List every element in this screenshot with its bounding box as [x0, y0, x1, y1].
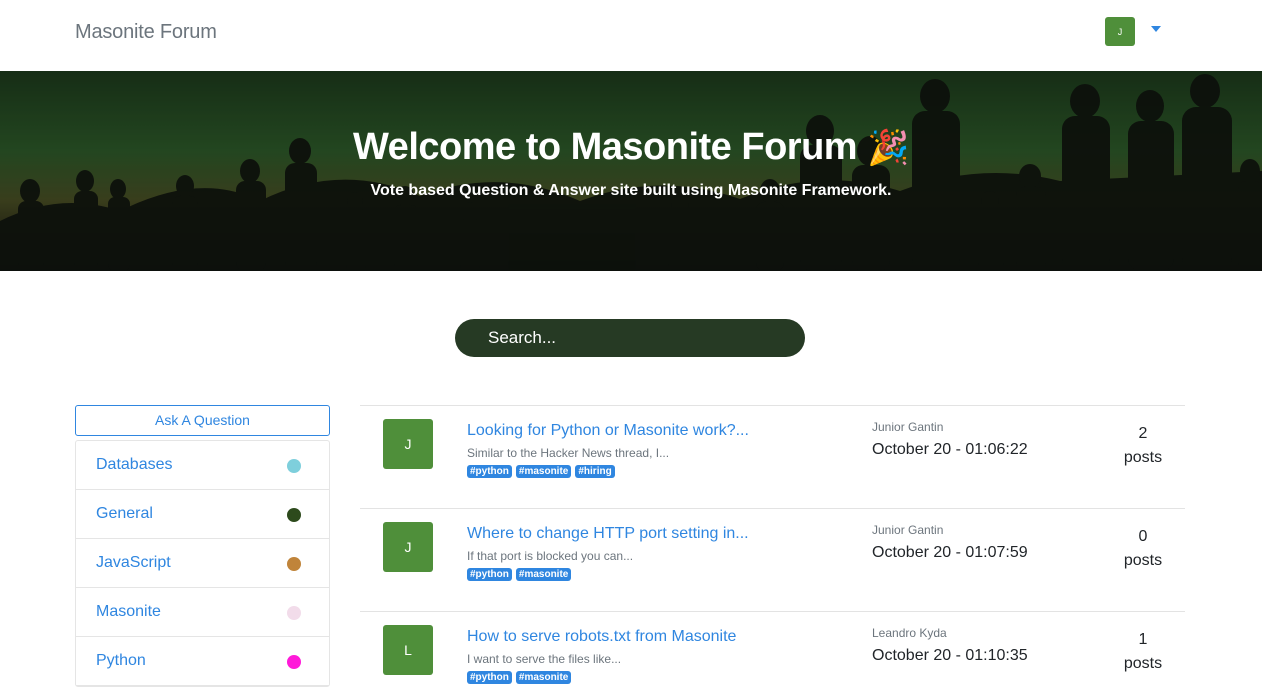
- post-date: October 20 - 01:06:22: [872, 441, 1028, 458]
- post-count-label: posts: [1123, 655, 1163, 672]
- author-name: Junior Gantin: [872, 420, 944, 434]
- post-date: October 20 - 01:10:35: [872, 647, 1028, 664]
- brand-logo-text[interactable]: Masonite Forum: [75, 21, 217, 44]
- category-label: Python: [96, 652, 146, 669]
- ask-question-button[interactable]: Ask A Question: [75, 405, 330, 436]
- author-avatar[interactable]: J: [383, 522, 433, 572]
- tag-list: #python #masonite #hiring: [467, 465, 615, 478]
- category-item-masonite[interactable]: Masonite: [76, 588, 329, 637]
- post-count-label: posts: [1123, 449, 1163, 466]
- post-count-label: posts: [1123, 552, 1163, 569]
- category-label: Databases: [96, 456, 173, 473]
- category-item-javascript[interactable]: JavaScript: [76, 539, 329, 588]
- tag-masonite[interactable]: #masonite: [515, 671, 572, 684]
- category-label: Masonite: [96, 603, 161, 620]
- question-title-link[interactable]: Looking for Python or Masonite work?...: [467, 422, 749, 440]
- hero-title-text: Welcome to Masonite Forum: [353, 126, 858, 168]
- category-label: General: [96, 505, 153, 522]
- hero-banner: Welcome to Masonite Forum 🎉 Vote based Q…: [0, 71, 1262, 271]
- category-item-python[interactable]: Python: [76, 637, 329, 686]
- user-avatar[interactable]: J: [1105, 17, 1135, 46]
- question-snippet: If that port is blocked you can...: [467, 549, 634, 563]
- author-avatar[interactable]: L: [383, 625, 433, 675]
- category-list: Databases General JavaScript Masonite Py…: [75, 440, 330, 687]
- tag-masonite[interactable]: #masonite: [515, 568, 572, 581]
- search-input[interactable]: [455, 319, 805, 357]
- hero-title: Welcome to Masonite Forum 🎉: [0, 126, 1262, 169]
- question-snippet: Similar to the Hacker News thread, I...: [467, 446, 670, 460]
- post-date: October 20 - 01:07:59: [872, 544, 1028, 561]
- tag-masonite[interactable]: #masonite: [515, 465, 572, 478]
- category-label: JavaScript: [96, 554, 171, 571]
- post-count: 1 posts: [1108, 628, 1178, 676]
- question-title-link[interactable]: How to serve robots.txt from Masonite: [467, 628, 736, 646]
- tag-python[interactable]: #python: [467, 465, 512, 478]
- tag-python[interactable]: #python: [467, 568, 512, 581]
- category-color-dot: [287, 655, 301, 669]
- category-item-databases[interactable]: Databases: [76, 441, 329, 490]
- post-count: 2 posts: [1108, 422, 1178, 470]
- author-avatar[interactable]: J: [383, 419, 433, 469]
- question-snippet: I want to serve the files like...: [467, 652, 622, 666]
- caret-down-icon[interactable]: [1151, 26, 1161, 32]
- question-row: L How to serve robots.txt from Masonite …: [360, 612, 1185, 690]
- party-popper-icon: 🎉: [867, 129, 909, 167]
- post-count-number: 0: [1138, 528, 1148, 545]
- category-color-dot: [287, 606, 301, 620]
- tag-list: #python #masonite: [467, 568, 572, 581]
- tag-hiring[interactable]: #hiring: [575, 465, 615, 478]
- category-color-dot: [287, 508, 301, 522]
- question-row: J Looking for Python or Masonite work?..…: [360, 406, 1185, 509]
- crowd-silhouette-image: [0, 71, 1262, 271]
- question-title-link[interactable]: Where to change HTTP port setting in...: [467, 525, 749, 543]
- post-count-number: 1: [1138, 631, 1148, 648]
- category-item-general[interactable]: General: [76, 490, 329, 539]
- category-color-dot: [287, 557, 301, 571]
- hero-subtitle: Vote based Question & Answer site built …: [370, 182, 892, 199]
- tag-python[interactable]: #python: [467, 671, 512, 684]
- navbar: Masonite Forum J: [0, 0, 1269, 71]
- category-color-dot: [287, 459, 301, 473]
- question-row: J Where to change HTTP port setting in..…: [360, 509, 1185, 612]
- author-name: Junior Gantin: [872, 523, 944, 537]
- tag-list: #python #masonite: [467, 671, 572, 684]
- post-count-number: 2: [1138, 425, 1148, 442]
- question-list: J Looking for Python or Masonite work?..…: [360, 405, 1185, 690]
- author-name: Leandro Kyda: [872, 626, 947, 640]
- post-count: 0 posts: [1108, 525, 1178, 573]
